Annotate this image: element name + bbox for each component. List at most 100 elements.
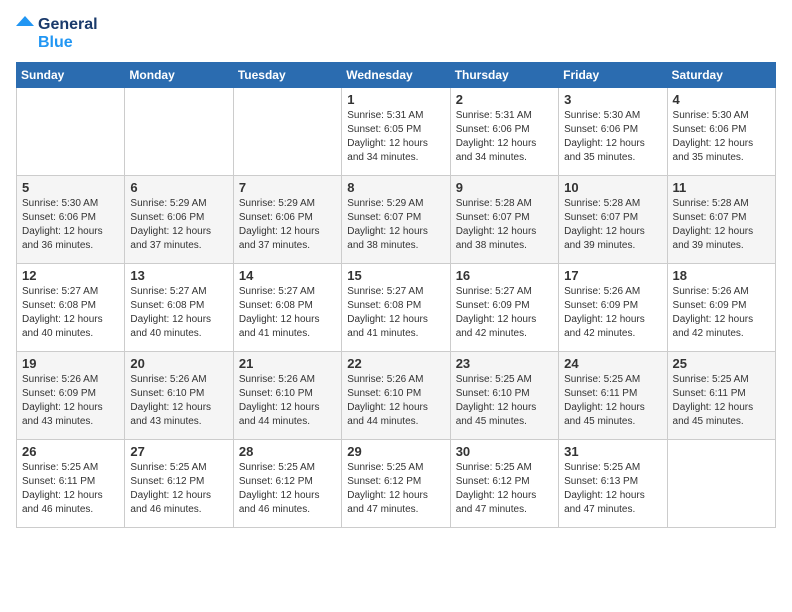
calendar-cell: 5 Sunrise: 5:30 AM Sunset: 6:06 PM Daylig… <box>17 176 125 264</box>
day-number: 12 <box>22 268 119 283</box>
week-row-5: 26 Sunrise: 5:25 AM Sunset: 6:11 PM Dayli… <box>17 440 776 528</box>
logo: General Blue <box>16 16 98 52</box>
day-info: Sunrise: 5:25 AM Sunset: 6:11 PM Dayligh… <box>22 461 119 517</box>
day-info: Sunrise: 5:28 AM Sunset: 6:07 PM Dayligh… <box>564 197 661 253</box>
day-info: Sunrise: 5:25 AM Sunset: 6:10 PM Dayligh… <box>456 373 553 429</box>
calendar-cell: 13 Sunrise: 5:27 AM Sunset: 6:08 PM Dayli… <box>125 264 233 352</box>
week-row-1: 1Sunrise: 5:31 AM Sunset: 6:05 PM Daylig… <box>17 88 776 176</box>
day-info: Sunrise: 5:31 AM Sunset: 6:06 PM Dayligh… <box>456 109 553 165</box>
day-info: Sunrise: 5:30 AM Sunset: 6:06 PM Dayligh… <box>673 109 770 165</box>
day-info: Sunrise: 5:25 AM Sunset: 6:12 PM Dayligh… <box>130 461 227 517</box>
calendar-cell: 23 Sunrise: 5:25 AM Sunset: 6:10 PM Dayli… <box>450 352 558 440</box>
week-row-2: 5 Sunrise: 5:30 AM Sunset: 6:06 PM Daylig… <box>17 176 776 264</box>
calendar-cell <box>17 88 125 176</box>
day-number: 9 <box>456 180 553 195</box>
calendar-cell: 16 Sunrise: 5:27 AM Sunset: 6:09 PM Dayli… <box>450 264 558 352</box>
day-info: Sunrise: 5:26 AM Sunset: 6:09 PM Dayligh… <box>22 373 119 429</box>
day-number: 8 <box>347 180 444 195</box>
page-header: General Blue <box>16 16 776 52</box>
day-number: 13 <box>130 268 227 283</box>
day-number: 2 <box>456 92 553 107</box>
calendar-cell: 11 Sunrise: 5:28 AM Sunset: 6:07 PM Dayli… <box>667 176 775 264</box>
day-info: Sunrise: 5:26 AM Sunset: 6:10 PM Dayligh… <box>130 373 227 429</box>
day-number: 3 <box>564 92 661 107</box>
calendar-cell: 15 Sunrise: 5:27 AM Sunset: 6:08 PM Dayli… <box>342 264 450 352</box>
day-header-wednesday: Wednesday <box>342 63 450 88</box>
calendar-cell: 2 Sunrise: 5:31 AM Sunset: 6:06 PM Daylig… <box>450 88 558 176</box>
calendar-cell <box>233 88 341 176</box>
day-info: Sunrise: 5:25 AM Sunset: 6:12 PM Dayligh… <box>239 461 336 517</box>
calendar-cell: 26 Sunrise: 5:25 AM Sunset: 6:11 PM Dayli… <box>17 440 125 528</box>
day-info: Sunrise: 5:30 AM Sunset: 6:06 PM Dayligh… <box>564 109 661 165</box>
day-number: 11 <box>673 180 770 195</box>
day-number: 10 <box>564 180 661 195</box>
calendar-cell <box>667 440 775 528</box>
day-info: Sunrise: 5:28 AM Sunset: 6:07 PM Dayligh… <box>673 197 770 253</box>
calendar-cell: 30Sunrise: 5:25 AM Sunset: 6:12 PM Dayli… <box>450 440 558 528</box>
day-info: Sunrise: 5:25 AM Sunset: 6:13 PM Dayligh… <box>564 461 661 517</box>
calendar-cell <box>125 88 233 176</box>
day-info: Sunrise: 5:25 AM Sunset: 6:12 PM Dayligh… <box>347 461 444 517</box>
day-info: Sunrise: 5:27 AM Sunset: 6:08 PM Dayligh… <box>130 285 227 341</box>
day-number: 7 <box>239 180 336 195</box>
day-info: Sunrise: 5:29 AM Sunset: 6:06 PM Dayligh… <box>239 197 336 253</box>
calendar-cell: 14Sunrise: 5:27 AM Sunset: 6:08 PM Dayli… <box>233 264 341 352</box>
day-info: Sunrise: 5:27 AM Sunset: 6:09 PM Dayligh… <box>456 285 553 341</box>
calendar-cell: 18Sunrise: 5:26 AM Sunset: 6:09 PM Dayli… <box>667 264 775 352</box>
day-header-friday: Friday <box>559 63 667 88</box>
logo-triangle-icon <box>16 16 34 52</box>
day-number: 22 <box>347 356 444 371</box>
calendar-cell: 29Sunrise: 5:25 AM Sunset: 6:12 PM Dayli… <box>342 440 450 528</box>
day-info: Sunrise: 5:29 AM Sunset: 6:07 PM Dayligh… <box>347 197 444 253</box>
day-number: 5 <box>22 180 119 195</box>
calendar-cell: 24 Sunrise: 5:25 AM Sunset: 6:11 PM Dayli… <box>559 352 667 440</box>
week-row-4: 19Sunrise: 5:26 AM Sunset: 6:09 PM Dayli… <box>17 352 776 440</box>
day-info: Sunrise: 5:25 AM Sunset: 6:11 PM Dayligh… <box>673 373 770 429</box>
day-header-monday: Monday <box>125 63 233 88</box>
day-info: Sunrise: 5:27 AM Sunset: 6:08 PM Dayligh… <box>239 285 336 341</box>
day-number: 26 <box>22 444 119 459</box>
day-info: Sunrise: 5:26 AM Sunset: 6:09 PM Dayligh… <box>564 285 661 341</box>
calendar-table: SundayMondayTuesdayWednesdayThursdayFrid… <box>16 62 776 528</box>
calendar-cell: 12 Sunrise: 5:27 AM Sunset: 6:08 PM Dayli… <box>17 264 125 352</box>
day-number: 6 <box>130 180 227 195</box>
day-info: Sunrise: 5:26 AM Sunset: 6:09 PM Dayligh… <box>673 285 770 341</box>
calendar-cell: 28 Sunrise: 5:25 AM Sunset: 6:12 PM Dayli… <box>233 440 341 528</box>
calendar-cell: 3 Sunrise: 5:30 AM Sunset: 6:06 PM Daylig… <box>559 88 667 176</box>
day-info: Sunrise: 5:25 AM Sunset: 6:11 PM Dayligh… <box>564 373 661 429</box>
day-info: Sunrise: 5:28 AM Sunset: 6:07 PM Dayligh… <box>456 197 553 253</box>
day-number: 23 <box>456 356 553 371</box>
calendar-cell: 17 Sunrise: 5:26 AM Sunset: 6:09 PM Dayli… <box>559 264 667 352</box>
logo-line2: Blue <box>38 34 98 52</box>
day-number: 28 <box>239 444 336 459</box>
days-header-row: SundayMondayTuesdayWednesdayThursdayFrid… <box>17 63 776 88</box>
day-header-tuesday: Tuesday <box>233 63 341 88</box>
day-header-saturday: Saturday <box>667 63 775 88</box>
day-info: Sunrise: 5:27 AM Sunset: 6:08 PM Dayligh… <box>347 285 444 341</box>
day-number: 20 <box>130 356 227 371</box>
day-info: Sunrise: 5:27 AM Sunset: 6:08 PM Dayligh… <box>22 285 119 341</box>
day-number: 24 <box>564 356 661 371</box>
day-header-sunday: Sunday <box>17 63 125 88</box>
logo: General Blue <box>16 16 98 52</box>
calendar-cell: 22 Sunrise: 5:26 AM Sunset: 6:10 PM Dayli… <box>342 352 450 440</box>
calendar-cell: 21Sunrise: 5:26 AM Sunset: 6:10 PM Dayli… <box>233 352 341 440</box>
calendar-cell: 9 Sunrise: 5:28 AM Sunset: 6:07 PM Daylig… <box>450 176 558 264</box>
day-number: 15 <box>347 268 444 283</box>
day-number: 16 <box>456 268 553 283</box>
day-number: 4 <box>673 92 770 107</box>
calendar-cell: 4 Sunrise: 5:30 AM Sunset: 6:06 PM Daylig… <box>667 88 775 176</box>
day-number: 30 <box>456 444 553 459</box>
day-number: 17 <box>564 268 661 283</box>
day-header-thursday: Thursday <box>450 63 558 88</box>
day-info: Sunrise: 5:26 AM Sunset: 6:10 PM Dayligh… <box>347 373 444 429</box>
logo-text: General Blue <box>38 16 98 51</box>
day-number: 1 <box>347 92 444 107</box>
day-number: 27 <box>130 444 227 459</box>
day-number: 25 <box>673 356 770 371</box>
day-info: Sunrise: 5:30 AM Sunset: 6:06 PM Dayligh… <box>22 197 119 253</box>
week-row-3: 12 Sunrise: 5:27 AM Sunset: 6:08 PM Dayli… <box>17 264 776 352</box>
calendar-cell: 8 Sunrise: 5:29 AM Sunset: 6:07 PM Daylig… <box>342 176 450 264</box>
calendar-cell: 25 Sunrise: 5:25 AM Sunset: 6:11 PM Dayli… <box>667 352 775 440</box>
calendar-cell: 31Sunrise: 5:25 AM Sunset: 6:13 PM Dayli… <box>559 440 667 528</box>
